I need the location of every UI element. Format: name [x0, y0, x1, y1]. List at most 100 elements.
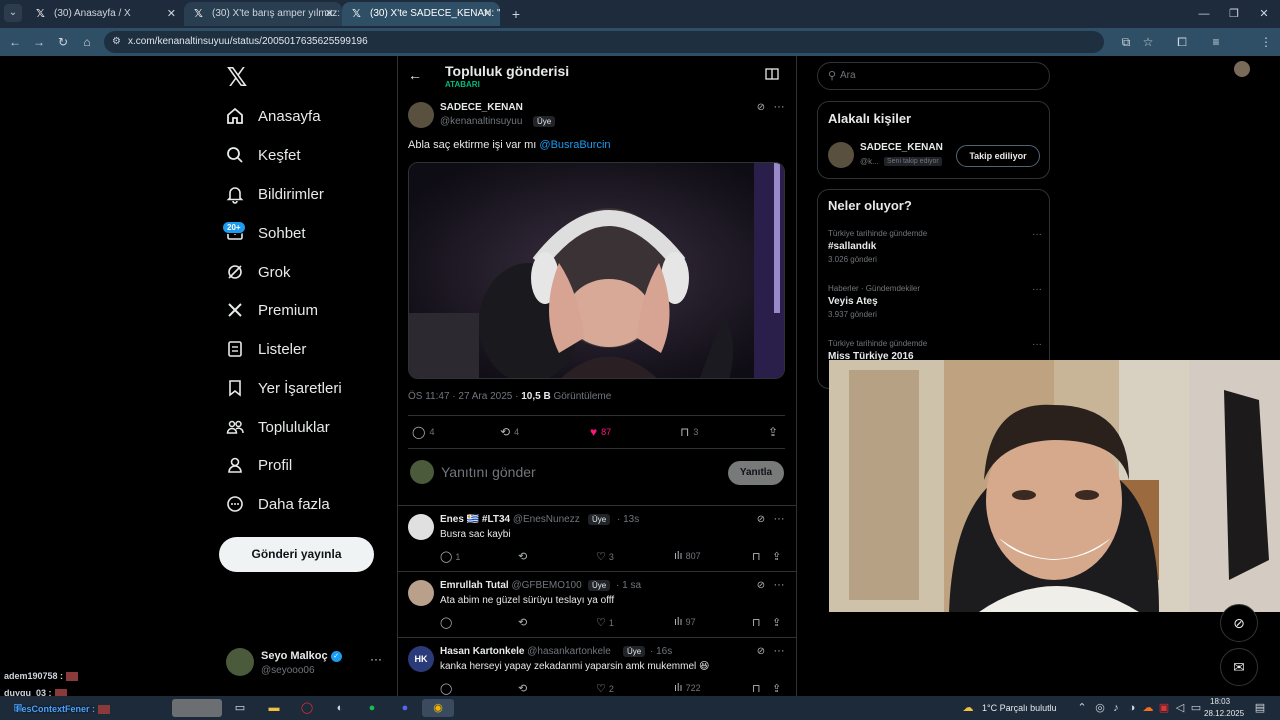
back-arrow-icon[interactable]: ←: [406, 66, 424, 84]
trend-item[interactable]: Türkiye tarihinde gündemde Miss Türkiye …: [828, 339, 1042, 362]
reader-icon[interactable]: [764, 68, 780, 84]
minimize-button[interactable]: —: [1188, 0, 1220, 28]
views-action[interactable]: ılı 722: [674, 682, 701, 694]
comment-avatar[interactable]: HK: [408, 646, 434, 672]
related-avatar[interactable]: [828, 142, 854, 168]
comment-author[interactable]: Emrullah Tutal @GFBEMO100: [440, 580, 582, 591]
repost-action[interactable]: ⟲: [518, 616, 530, 629]
reply-action[interactable]: ◯ 4: [412, 425, 434, 439]
reply-action[interactable]: ◯ 1: [440, 550, 460, 563]
install-app-icon[interactable]: ⧉: [1116, 32, 1136, 52]
nav-grok[interactable]: Grok: [222, 254, 291, 290]
close-tab-icon[interactable]: ✕: [167, 2, 176, 26]
community-name[interactable]: ATABARI: [445, 80, 480, 89]
repost-action[interactable]: ⟲: [518, 682, 530, 695]
nav-notifications[interactable]: Bildirimler: [222, 176, 324, 212]
views-action[interactable]: ılı 97: [674, 616, 696, 628]
repost-action[interactable]: ⟲: [518, 550, 530, 563]
grok-icon[interactable]: ⊘: [754, 645, 768, 659]
grok-icon[interactable]: ⊘: [754, 513, 768, 527]
new-tab-button[interactable]: +: [506, 4, 526, 24]
share-action[interactable]: ⇪: [768, 425, 782, 439]
file-explorer-icon[interactable]: ▬: [264, 699, 284, 717]
more-dots-icon[interactable]: ···: [772, 513, 786, 527]
more-dots-icon[interactable]: ···: [1032, 229, 1042, 240]
post-button[interactable]: Gönderi yayınla: [219, 537, 374, 572]
home-button[interactable]: ⌂: [76, 32, 98, 52]
nav-explore[interactable]: Keşfet: [222, 137, 301, 173]
site-info-icon[interactable]: ⚙: [112, 31, 121, 53]
post-author-handle[interactable]: @kenanaltinsuyuu: [440, 116, 522, 127]
like-action[interactable]: ♥ 87: [590, 425, 611, 439]
reply-input[interactable]: Yanıtını gönder: [441, 464, 536, 480]
network-icon[interactable]: ▭: [1186, 699, 1206, 717]
taskbar-thumbnail[interactable]: [172, 699, 222, 717]
post-author-avatar[interactable]: [408, 102, 434, 128]
comment-author[interactable]: Enes 🇺🇾 #LT34 @EnesNunezz: [440, 514, 580, 525]
nav-bookmarks[interactable]: Yer İşaretleri: [222, 370, 342, 406]
opera-icon[interactable]: ◯: [297, 699, 317, 717]
tab-baris[interactable]: 𝕏 (30) X'te barış amper yılmaz: ✕: [184, 2, 342, 26]
chevron-up-icon[interactable]: ⌃: [1072, 699, 1092, 717]
bookmark-action[interactable]: ⊓: [752, 616, 764, 629]
x-logo-icon[interactable]: 𝕏: [222, 62, 252, 92]
share-action[interactable]: ⇪: [772, 616, 784, 629]
url-field[interactable]: ⚙ x.com/kenanaltinsuyuu/status/200501763…: [104, 31, 1104, 53]
close-tab-icon[interactable]: ✕: [325, 2, 334, 26]
media-icon[interactable]: ≡: [1206, 32, 1226, 52]
share-action[interactable]: ⇪: [772, 550, 784, 563]
reply-action[interactable]: ◯: [440, 682, 455, 695]
profile-avatar[interactable]: [1234, 61, 1250, 77]
more-dots-icon[interactable]: ···: [1032, 339, 1042, 350]
tab-search-button[interactable]: ⌄: [4, 4, 22, 22]
related-handle[interactable]: @k...: [860, 157, 879, 166]
nav-profile[interactable]: Profil: [222, 447, 292, 483]
nav-lists[interactable]: Listeler: [222, 331, 306, 367]
comment-avatar[interactable]: [408, 514, 434, 540]
app-icon[interactable]: ◐: [330, 699, 350, 717]
search-input[interactable]: ⚲ Ara: [817, 62, 1050, 90]
reply-action[interactable]: ◯: [440, 616, 455, 629]
grok-icon[interactable]: ⊘: [754, 101, 768, 115]
nav-home[interactable]: Anasayfa: [222, 98, 321, 134]
post-video[interactable]: [408, 162, 785, 379]
restore-button[interactable]: ❐: [1218, 0, 1250, 28]
trend-item[interactable]: Türkiye tarihinde gündemde #sallandık 3.…: [828, 229, 1042, 264]
more-dots-icon[interactable]: ···: [1032, 284, 1042, 295]
grok-icon[interactable]: ⊘: [754, 579, 768, 593]
messages-float-button[interactable]: ✉: [1220, 648, 1258, 686]
close-window-button[interactable]: ✕: [1248, 0, 1280, 28]
tab-home[interactable]: 𝕏 (30) Anasayfa / X ✕: [26, 2, 184, 26]
mention-link[interactable]: @BusraBurcin: [539, 139, 610, 151]
more-dots-icon[interactable]: ···: [772, 645, 786, 659]
trend-item[interactable]: Haberler · Gündemdekiler Veyis Ateş 3.93…: [828, 284, 1042, 319]
comment-avatar[interactable]: [408, 580, 434, 606]
clock-date[interactable]: 28.12.2025: [1204, 702, 1244, 720]
extensions-icon[interactable]: ⧠: [1172, 32, 1192, 52]
related-name[interactable]: SADECE_KENAN: [860, 142, 943, 153]
nav-premium[interactable]: Premium: [222, 292, 318, 328]
more-dots-icon[interactable]: ···: [370, 652, 382, 666]
back-button[interactable]: ←: [4, 32, 26, 52]
menu-dots-icon[interactable]: ⋮: [1256, 32, 1276, 52]
like-action[interactable]: ♡ 1: [596, 616, 614, 629]
chrome-icon[interactable]: ◉: [422, 699, 454, 717]
bookmark-action[interactable]: ⊓: [752, 682, 764, 695]
reply-button[interactable]: Yanıtla: [728, 461, 784, 485]
more-dots-icon[interactable]: ···: [772, 579, 786, 593]
notification-icon[interactable]: ▤: [1250, 699, 1270, 717]
share-action[interactable]: ⇪: [772, 682, 784, 695]
repost-action[interactable]: ⟲ 4: [500, 425, 519, 439]
following-button[interactable]: Takip ediliyor: [956, 145, 1040, 167]
bookmark-star-icon[interactable]: ☆: [1138, 32, 1158, 52]
comment-author[interactable]: Hasan Kartonkele @hasankartonkele: [440, 646, 611, 657]
views-action[interactable]: ılı 807: [674, 550, 701, 562]
more-dots-icon[interactable]: ···: [772, 101, 786, 115]
post-author-name[interactable]: SADECE_KENAN: [440, 102, 523, 113]
like-action[interactable]: ♡ 3: [596, 550, 614, 563]
bookmark-action[interactable]: ⊓: [752, 550, 764, 563]
reload-button[interactable]: ↻: [52, 32, 74, 52]
nav-more[interactable]: Daha fazla: [222, 486, 330, 522]
weather-text[interactable]: 1°C Parçalı bulutlu: [982, 696, 1057, 720]
grok-float-button[interactable]: ⊘: [1220, 604, 1258, 642]
